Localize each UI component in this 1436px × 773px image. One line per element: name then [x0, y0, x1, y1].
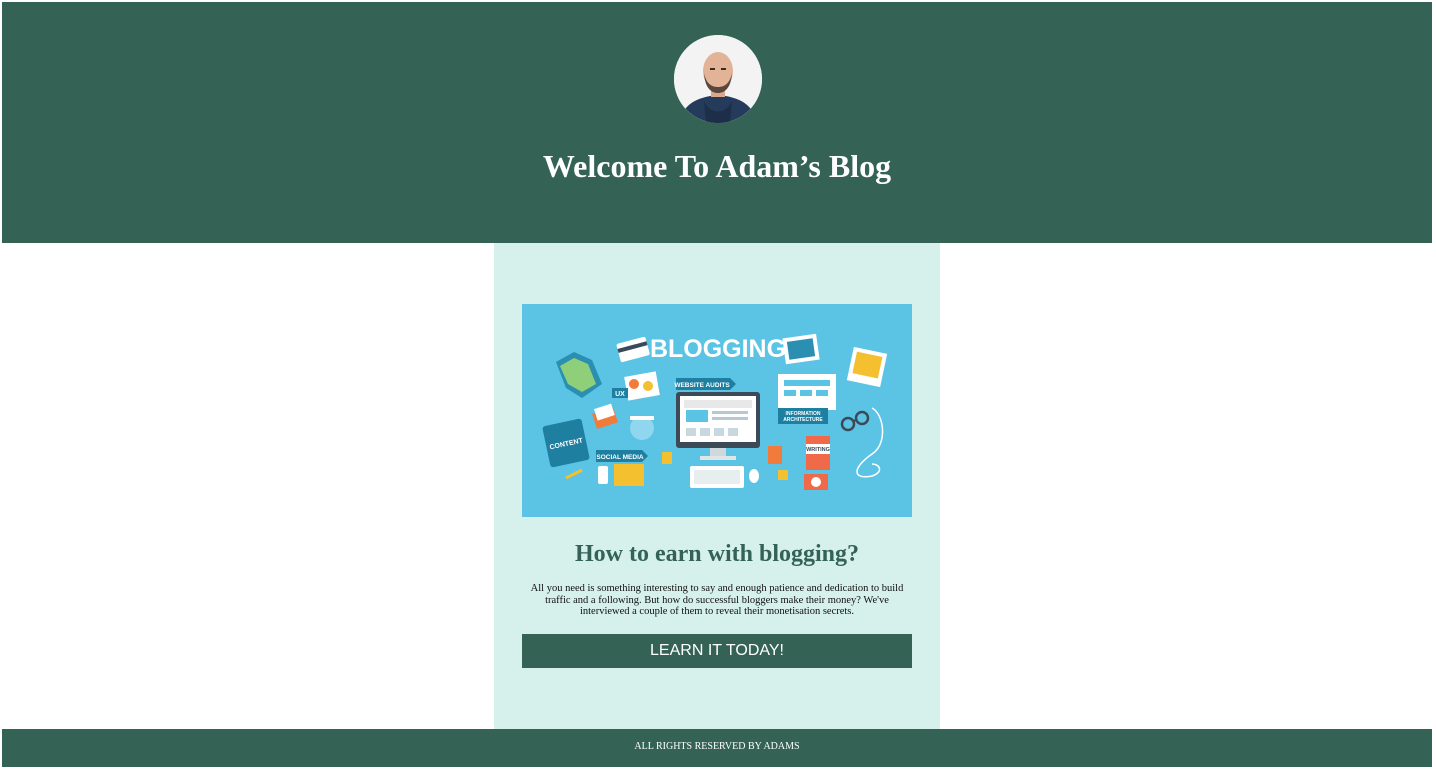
tablet-icon: [614, 464, 644, 486]
learn-it-today-button[interactable]: LEARN IT TODAY!: [522, 634, 912, 668]
site-title: Welcome To Adam’s Blog: [542, 148, 892, 184]
post-excerpt: All you need is something interesting to…: [530, 583, 904, 617]
writing-label: WRITING: [806, 447, 830, 453]
blogging-illustration: BLOGGING UX WEBSITE AUDITS INFORMATION A…: [522, 304, 912, 517]
keyboard-icon: [690, 466, 744, 488]
information-architecture-icon: INFORMATION ARCHITECTURE: [778, 374, 836, 424]
writing-book-icon: WRITING: [806, 436, 830, 470]
site-footer: ALL RIGHTS RESERVED BY ADAMS: [2, 729, 1432, 767]
blog-post-card: BLOGGING UX WEBSITE AUDITS INFORMATION A…: [494, 243, 940, 729]
social-media-tag: SOCIAL MEDIA: [596, 450, 648, 462]
content-book-icon: CONTENT: [542, 418, 590, 468]
photo-icon: [782, 333, 820, 365]
post-title: How to earn with blogging?: [574, 541, 859, 567]
social-media-label: SOCIAL MEDIA: [596, 454, 643, 461]
profile-photo-icon: [674, 35, 762, 123]
avatar: [674, 35, 762, 123]
camera-icon: [804, 474, 828, 490]
fishbowl-icon: [630, 416, 654, 440]
copyright-text: ALL RIGHTS RESERVED BY ADAMS: [634, 741, 800, 752]
banner-text: BLOGGING: [650, 335, 786, 363]
polaroid-icon: [846, 346, 888, 388]
phone-icon: [598, 466, 608, 484]
website-audits-tag: WEBSITE AUDITS: [674, 378, 736, 390]
ux-label: UX: [615, 391, 625, 398]
plant-icon: [662, 452, 672, 464]
mouse-icon: [749, 469, 759, 483]
site-header: Welcome To Adam’s Blog: [2, 2, 1432, 243]
website-audits-label: WEBSITE AUDITS: [674, 382, 730, 389]
architecture-label: ARCHITECTURE: [783, 417, 823, 423]
